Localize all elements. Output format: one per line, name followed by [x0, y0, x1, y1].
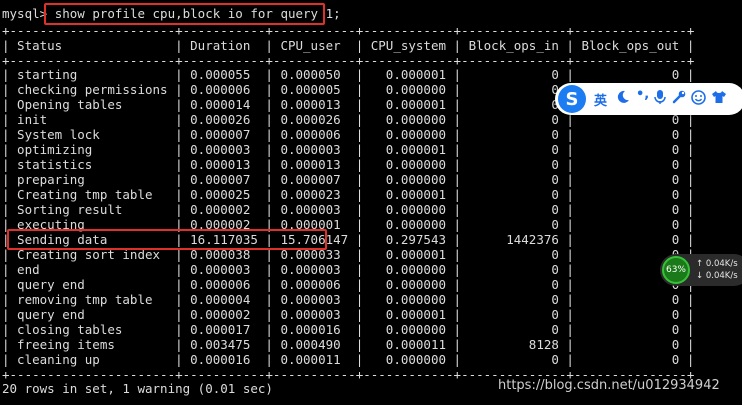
table-separator-mid: +----------------------+-----------+----…: [2, 53, 695, 68]
cpu-percent-gauge: 63%: [662, 256, 690, 284]
table-row: | freeing items | 0.003475 | 0.000490 | …: [2, 337, 695, 352]
table-row: | query end | 0.000002 | 0.000003 | 0.00…: [2, 307, 695, 322]
table-row: | Sorting result | 0.000002 | 0.000003 |…: [2, 202, 695, 217]
wrench-icon[interactable]: [672, 90, 686, 108]
sending-data-highlight-box: [7, 229, 327, 250]
result-footer: 20 rows in set, 1 warning (0.01 sec): [2, 381, 273, 396]
table-row: | starting | 0.000055 | 0.000050 | 0.000…: [2, 67, 695, 82]
watermark: https://blog.csdn.net/u012934942: [498, 378, 720, 393]
moon-icon[interactable]: [616, 90, 630, 108]
ime-toolbar[interactable]: S 英 •,: [555, 83, 742, 115]
smiley-icon[interactable]: [691, 90, 706, 109]
microphone-icon[interactable]: [654, 90, 666, 109]
command-highlight-box: [44, 3, 325, 25]
download-speed-value: 0.04K/s: [705, 271, 738, 281]
upload-speed: ↑ 0.04K/s: [696, 259, 738, 269]
upload-arrow-icon: ↑: [696, 259, 706, 269]
download-arrow-icon: ↓: [696, 271, 706, 281]
table-row: | closing tables | 0.000017 | 0.000016 |…: [2, 322, 695, 337]
table-row: | removing tmp table | 0.000004 | 0.0000…: [2, 292, 695, 307]
table-row: | statistics | 0.000013 | 0.000013 | 0.0…: [2, 157, 695, 172]
table-row: | preparing | 0.000007 | 0.000007 | 0.00…: [2, 172, 695, 187]
ime-language-toggle[interactable]: 英: [594, 90, 607, 109]
terminal-window[interactable]: mysql> show profile cpu,block io for que…: [0, 0, 742, 405]
download-speed: ↓ 0.04K/s: [696, 271, 738, 281]
table-row: | query end | 0.000006 | 0.000006 | 0.00…: [2, 277, 695, 292]
table-row: | cleaning up | 0.000016 | 0.000011 | 0.…: [2, 352, 695, 367]
upload-speed-value: 0.04K/s: [705, 259, 738, 269]
table-row: | System lock | 0.000007 | 0.000006 | 0.…: [2, 127, 695, 142]
ime-logo-icon[interactable]: S: [558, 85, 586, 113]
table-row: | Creating tmp table | 0.000025 | 0.0000…: [2, 187, 695, 202]
shirt-icon[interactable]: [711, 90, 727, 108]
table-row: | optimizing | 0.000003 | 0.000003 | 0.0…: [2, 142, 695, 157]
punctuation-icon[interactable]: •,: [636, 87, 649, 102]
network-speed-widget[interactable]: 63% ↑ 0.04K/s ↓ 0.04K/s: [660, 254, 742, 286]
table-header: | Status | Duration | CPU_user | CPU_sys…: [2, 38, 695, 53]
table-separator-top: +----------------------+-----------+----…: [2, 23, 695, 38]
table-row: | end | 0.000003 | 0.000003 | 0.000000 |…: [2, 262, 695, 277]
